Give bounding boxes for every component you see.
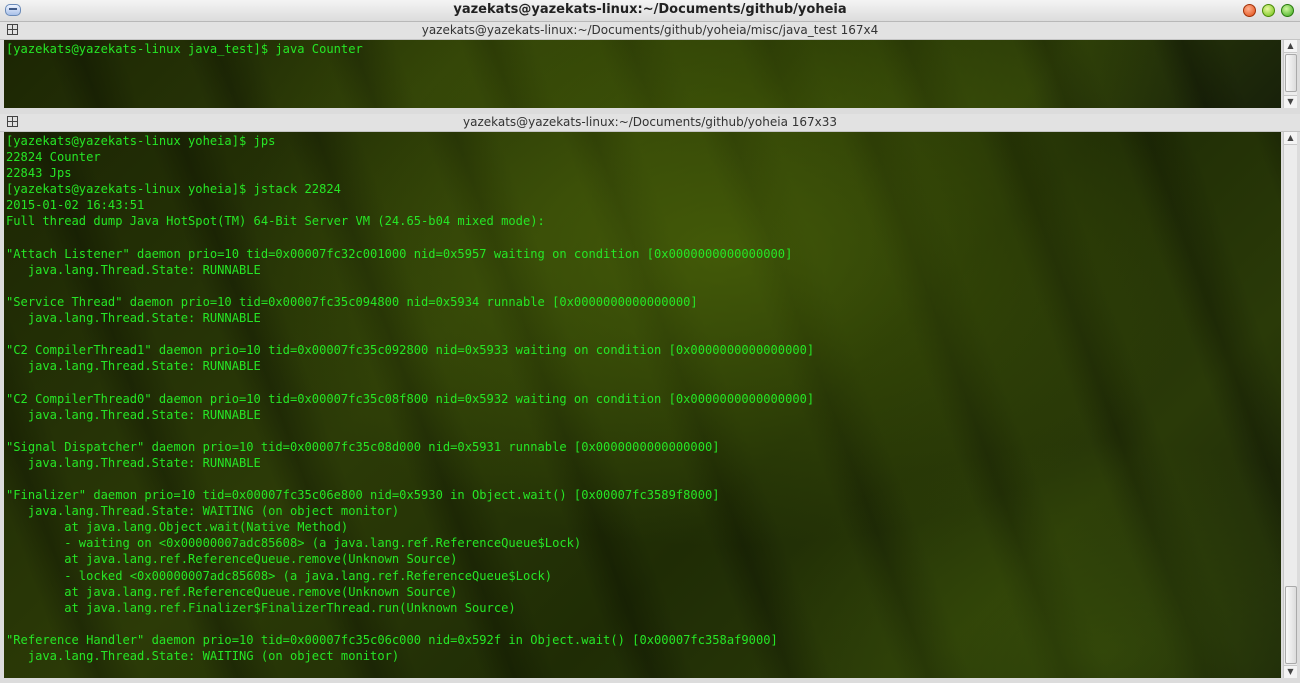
terminal-line: "Attach Listener" daemon prio=10 tid=0x0… — [6, 246, 793, 261]
terminal-line: at java.lang.ref.ReferenceQueue.remove(U… — [6, 552, 458, 567]
window-titlebar[interactable]: yazekats@yazekats-linux:~/Documents/gith… — [0, 0, 1300, 22]
arrow-down-icon[interactable]: ▼ — [1284, 95, 1297, 108]
terminal-window: yazekats@yazekats-linux:~/Documents/gith… — [0, 0, 1300, 683]
terminal-line: "C2 CompilerThread1" daemon prio=10 tid=… — [6, 343, 815, 358]
bottom-terminal-pane[interactable]: [yazekats@yazekats-linux yoheia]$ jps 228… — [4, 132, 1281, 678]
bottom-pane-title: yazekats@yazekats-linux:~/Documents/gith… — [462, 115, 838, 129]
top-pane-header: yazekats@yazekats-linux:~/Documents/gith… — [0, 22, 1300, 40]
terminal-line: 22843 Jps — [6, 166, 72, 181]
terminal-line: java.lang.Thread.State: RUNNABLE — [6, 455, 261, 470]
terminal-line: "Finalizer" daemon prio=10 tid=0x00007fc… — [6, 488, 720, 503]
terminal-line: Full thread dump Java HotSpot(TM) 64-Bit… — [6, 214, 545, 229]
bottom-terminal-output: [yazekats@yazekats-linux yoheia]$ jps 228… — [6, 133, 814, 664]
terminal-line: [yazekats@yazekats-linux yoheia]$ jps — [6, 134, 276, 148]
terminal-line: 2015-01-02 16:43:51 — [6, 198, 145, 213]
terminal-line: at java.lang.ref.Finalizer$FinalizerThre… — [6, 600, 516, 615]
terminal-line: "Reference Handler" daemon prio=10 tid=0… — [6, 632, 778, 647]
terminal-line: java.lang.Thread.State: RUNNABLE — [6, 359, 261, 374]
close-icon[interactable] — [1243, 4, 1256, 17]
arrow-down-icon[interactable]: ▼ — [1284, 665, 1297, 678]
top-scrollbar-thumb[interactable] — [1285, 54, 1297, 92]
terminal-line: - waiting on <0x00000007adc85608> (a jav… — [6, 536, 582, 551]
terminal-line: at java.lang.ref.ReferenceQueue.remove(U… — [6, 584, 458, 599]
terminal-line: java.lang.Thread.State: WAITING (on obje… — [6, 504, 400, 519]
terminal-line: "Service Thread" daemon prio=10 tid=0x00… — [6, 294, 698, 309]
minimize-icon[interactable] — [1262, 4, 1275, 17]
bottom-scrollbar-thumb[interactable] — [1285, 586, 1297, 664]
top-pane-title: yazekats@yazekats-linux:~/Documents/gith… — [421, 23, 879, 37]
terminal-line: 22824 Counter — [6, 150, 101, 165]
bottom-pane-header: yazekats@yazekats-linux:~/Documents/gith… — [0, 114, 1300, 132]
terminal-line: java.lang.Thread.State: RUNNABLE — [6, 407, 261, 422]
bottom-scrollbar[interactable]: ▲ ▼ — [1283, 132, 1297, 678]
terminal-line: "Signal Dispatcher" daemon prio=10 tid=0… — [6, 439, 720, 454]
terminal-line: java.lang.Thread.State: WAITING (on obje… — [6, 649, 400, 663]
terminal-line: "C2 CompilerThread0" daemon prio=10 tid=… — [6, 391, 815, 406]
terminal-line: [yazekats@yazekats-linux java_test]$ jav… — [6, 42, 363, 56]
arrow-up-icon[interactable]: ▲ — [1284, 132, 1297, 145]
window-title: yazekats@yazekats-linux:~/Documents/gith… — [453, 2, 847, 17]
top-scrollbar[interactable]: ▲ ▼ — [1283, 40, 1297, 108]
terminal-line: java.lang.Thread.State: RUNNABLE — [6, 311, 261, 326]
terminal-line: java.lang.Thread.State: RUNNABLE — [6, 262, 261, 277]
top-terminal-pane[interactable]: [yazekats@yazekats-linux java_test]$ jav… — [4, 40, 1281, 108]
top-terminal-output: [yazekats@yazekats-linux java_test]$ jav… — [6, 41, 363, 57]
terminal-line: - locked <0x00000007adc85608> (a java.la… — [6, 568, 553, 583]
terminal-line: at java.lang.Object.wait(Native Method) — [6, 520, 349, 535]
terminal-line: [yazekats@yazekats-linux yoheia]$ jstack… — [6, 182, 341, 197]
arrow-up-icon[interactable]: ▲ — [1284, 40, 1297, 53]
maximize-icon[interactable] — [1281, 4, 1294, 17]
